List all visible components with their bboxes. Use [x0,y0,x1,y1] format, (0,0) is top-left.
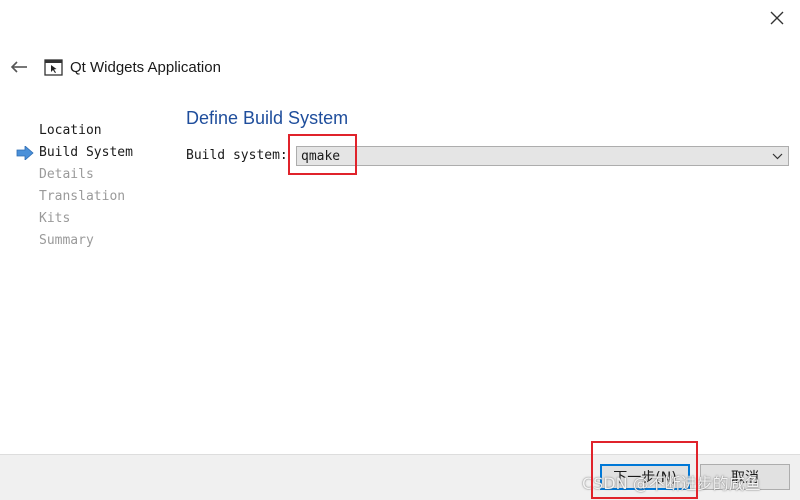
step-details: Details [16,164,176,186]
wizard-header: Qt Widgets Application [8,52,221,82]
wizard-window: Qt Widgets Application Location Build Sy… [0,0,800,500]
step-kits: Kits [16,208,176,230]
close-icon [770,11,784,25]
back-arrow-icon [10,61,27,73]
current-step-arrow-icon [16,146,34,160]
step-label: Summary [39,233,94,248]
step-label: Location [39,123,102,138]
build-system-value: qmake [301,149,341,164]
wizard-steps: Location Build System Details Translatio… [16,120,176,252]
cancel-button[interactable]: 取消 [700,464,790,490]
page-title: Define Build System [186,108,349,128]
step-build-system: Build System [16,142,176,164]
qt-application-icon [44,58,64,76]
close-button[interactable] [762,4,792,32]
step-label: Translation [39,189,126,204]
step-location: Location [16,120,176,142]
step-label: Details [39,167,94,182]
step-translation: Translation [16,186,176,208]
step-label: Kits [39,211,71,226]
build-system-label: Build system: [186,148,288,163]
next-button[interactable]: 下一步(N) [600,464,690,490]
step-summary: Summary [16,230,176,252]
step-label: Build System [39,145,133,160]
chevron-down-icon [772,153,783,160]
back-button[interactable] [8,56,30,78]
build-system-combobox[interactable]: qmake [296,146,789,166]
wizard-title: Qt Widgets Application [70,58,221,76]
